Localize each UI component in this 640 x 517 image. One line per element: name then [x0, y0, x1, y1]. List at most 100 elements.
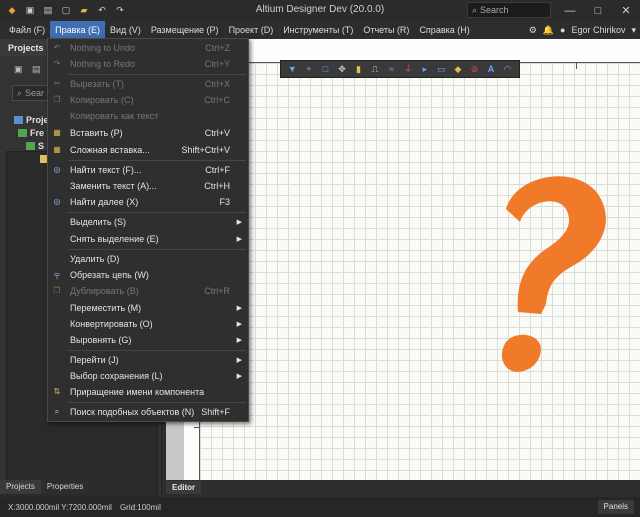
open-icon[interactable]: ▰ [78, 5, 90, 17]
directive-icon[interactable]: ⊘ [469, 64, 479, 74]
menu-item-cut[interactable]: ✂ Вырезать (T) Ctrl+X [48, 76, 248, 92]
paste-icon: ▦ [53, 128, 61, 137]
save-icon[interactable]: ▣ [14, 64, 24, 74]
menu-separator [68, 402, 246, 403]
status-bar: X:3000.000mil Y:7200.000mil Grid:100mil [0, 497, 640, 517]
sheet-symbol-icon[interactable]: ▭ [436, 64, 446, 74]
sheet-tick [576, 63, 577, 69]
menu-item-copy-as-text[interactable]: Копировать как текст [48, 108, 248, 124]
close-button[interactable]: ✕ [612, 0, 640, 21]
tab-editor[interactable]: Editor [166, 481, 202, 494]
filter-icon[interactable]: ▼ [287, 64, 297, 74]
folder-icon [26, 141, 35, 150]
menu-view[interactable]: Вид (V) [105, 21, 146, 39]
submenu-arrow-icon: ▶ [236, 219, 242, 226]
part-icon[interactable]: ⎍ [370, 64, 380, 74]
open-folder-icon[interactable]: ▤ [32, 64, 42, 74]
increment-icon: ⇅ [53, 387, 61, 396]
redo-icon: ↷ [53, 59, 61, 68]
chevron-down-icon[interactable]: ▾ [631, 25, 636, 36]
menu-project[interactable]: Проект (D) [224, 21, 279, 39]
copy-icon: ❐ [53, 95, 61, 104]
text-icon[interactable]: A [486, 64, 496, 74]
altium-logo-icon: ◆ [8, 5, 16, 15]
question-mark-graphic [501, 176, 606, 372]
crosshair-icon[interactable]: + [304, 64, 314, 74]
title-bar: ◆ ▣ ▤ ▢ ▰ ↶ ↷ Altium Designer Dev (20.0.… [0, 0, 640, 21]
minimize-button[interactable]: — [556, 0, 584, 21]
undo-icon[interactable]: ↶ [96, 5, 108, 17]
menu-reports[interactable]: Отчеты (R) [358, 21, 414, 39]
menu-item-break-wire[interactable]: ╤ Обрезать цепь (W) [48, 267, 248, 283]
menu-item-find-next[interactable]: ◎ Найти далее (X) F3 [48, 194, 248, 210]
menu-item-align[interactable]: Выровнять (G) ▶ [48, 332, 248, 348]
menu-item-find-similar[interactable]: ⌕ Поиск подобных объектов (N) Shift+F [48, 404, 248, 420]
question-mark-hook [506, 176, 606, 314]
move-icon[interactable]: ✥ [337, 64, 347, 74]
net-label-icon[interactable]: ◆ [453, 64, 463, 74]
project-icon [18, 128, 27, 137]
submenu-arrow-icon: ▶ [236, 321, 242, 328]
wire-icon[interactable]: ≈ [387, 64, 397, 74]
search-input[interactable]: ⌕ Search [467, 2, 551, 18]
user-name[interactable]: Egor Chirikov [571, 25, 625, 35]
submenu-arrow-icon: ▶ [236, 337, 242, 344]
menu-item-increment-designator[interactable]: ⇅ Приращение имени компонента [48, 384, 248, 400]
menu-item-move[interactable]: Переместить (M) ▶ [48, 300, 248, 316]
menu-separator [68, 74, 246, 75]
binoculars-icon: ◎ [53, 165, 61, 174]
select-rect-icon[interactable]: □ [320, 64, 330, 74]
menu-item-deselect[interactable]: Снять выделение (E) ▶ [48, 231, 248, 247]
bell-icon[interactable]: 🔔 [543, 25, 554, 36]
submenu-arrow-icon: ▶ [236, 373, 242, 380]
menu-help[interactable]: Справка (H) [414, 21, 474, 39]
menu-item-copy[interactable]: ❐ Копировать (C) Ctrl+C [48, 92, 248, 108]
menu-tools[interactable]: Инструменты (T) [278, 21, 358, 39]
save-all-icon[interactable]: ▤ [42, 5, 54, 17]
active-bar-toolbar: ▼ + □ ✥ ▮ ⎍ ≈ ⏚ ▸ ▭ ◆ ⊘ A ◠ [280, 60, 520, 78]
port-icon[interactable]: ▸ [420, 64, 430, 74]
new-icon[interactable]: ▢ [60, 5, 72, 17]
maximize-button[interactable]: □ [584, 0, 612, 21]
left-panel-tabs: Projects Properties [0, 480, 90, 494]
cursor-coordinates: X:3000.000mil Y:7200.000mil [8, 502, 112, 512]
gear-icon[interactable]: ⚙ [529, 25, 537, 36]
tab-properties[interactable]: Properties [41, 480, 89, 494]
sheet-tick [194, 427, 200, 428]
search-icon: ⌕ [472, 4, 478, 15]
submenu-arrow-icon: ▶ [236, 236, 242, 243]
break-wire-icon: ╤ [54, 270, 60, 279]
save-icon[interactable]: ▣ [24, 5, 36, 17]
menu-item-paste-special[interactable]: ▦ Сложная вставка... Shift+Ctrl+V [48, 142, 248, 158]
undo-icon: ↶ [53, 43, 61, 52]
menu-place[interactable]: Размещение (P) [146, 21, 224, 39]
menu-item-select[interactable]: Выделить (S) ▶ [48, 214, 248, 230]
tab-projects[interactable]: Projects [0, 480, 41, 494]
user-icon[interactable]: ● [560, 25, 565, 35]
menu-item-convert[interactable]: Конвертировать (O) ▶ [48, 316, 248, 332]
menu-item-selection-memory[interactable]: Выбор сохранения (L) ▶ [48, 368, 248, 384]
menu-item-duplicate[interactable]: ❐ Дублировать (B) Ctrl+R [48, 283, 248, 299]
menu-separator [68, 160, 246, 161]
duplicate-icon: ❐ [53, 286, 61, 295]
menu-item-find-text[interactable]: ◎ Найти текст (F)... Ctrl+F [48, 162, 248, 178]
grid-size: Grid:100mil [119, 502, 161, 512]
menu-item-delete[interactable]: Удалить (D) [48, 251, 248, 267]
workspace-icon [14, 115, 23, 124]
search-icon: ⌕ [17, 87, 23, 98]
question-mark-dot [501, 334, 541, 372]
redo-icon[interactable]: ↷ [114, 5, 126, 17]
panels-button[interactable]: Panels [597, 500, 634, 514]
arc-icon[interactable]: ◠ [503, 64, 513, 74]
menu-file[interactable]: Файл (F) [4, 21, 50, 39]
menu-item-redo[interactable]: ↷ Nothing to Redo Ctrl+Y [48, 56, 248, 72]
menu-item-paste[interactable]: ▦ Вставить (P) Ctrl+V [48, 125, 248, 141]
menu-separator [68, 212, 246, 213]
align-icon[interactable]: ▮ [354, 64, 364, 74]
power-port-icon[interactable]: ⏚ [403, 64, 413, 74]
menu-item-replace-text[interactable]: Заменить текст (A)... Ctrl+H [48, 178, 248, 194]
menu-item-jump[interactable]: Перейти (J) ▶ [48, 352, 248, 368]
menu-edit[interactable]: Правка (E) [50, 21, 106, 39]
menu-item-undo[interactable]: ↶ Nothing to Undo Ctrl+Z [48, 40, 248, 56]
menu-separator [68, 350, 246, 351]
